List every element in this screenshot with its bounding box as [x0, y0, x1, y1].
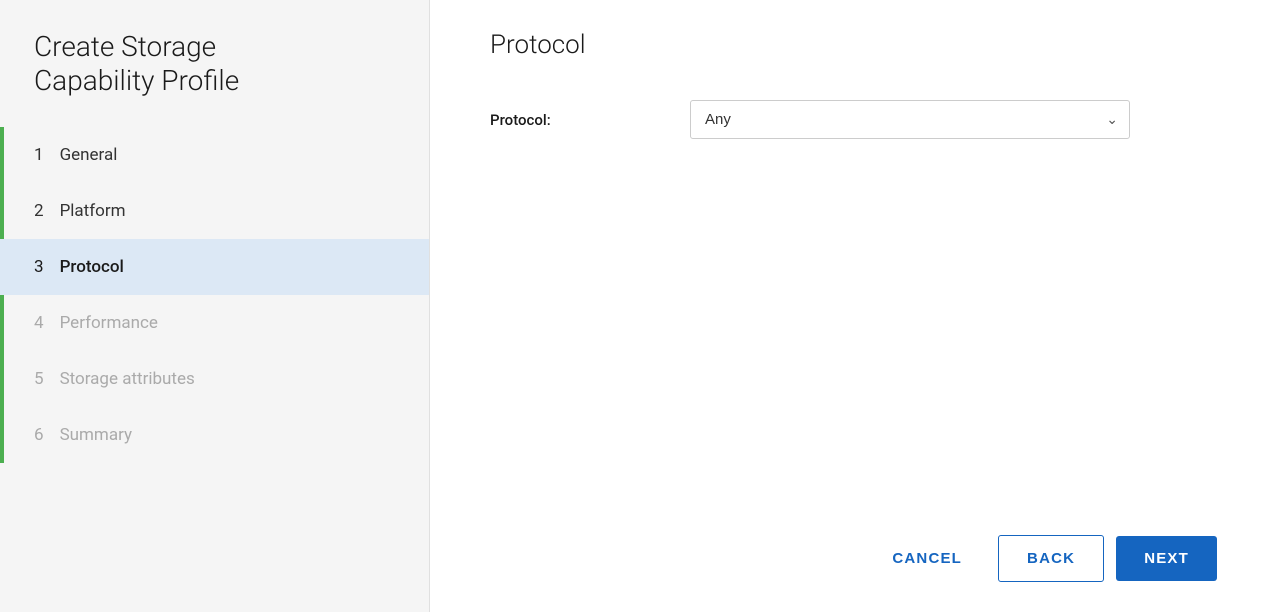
- main-content: Protocol Protocol: Any iSCSI FC FCoE NFS…: [430, 0, 1277, 612]
- cancel-button[interactable]: CANCEL: [868, 536, 986, 581]
- step-num-3: 3: [34, 257, 44, 277]
- step-num-1: 1: [34, 145, 44, 165]
- sidebar: Create Storage Capability Profile 1 Gene…: [0, 0, 430, 612]
- protocol-select[interactable]: Any iSCSI FC FCoE NFS VMFS vSAN: [690, 100, 1130, 139]
- step-num-2: 2: [34, 201, 44, 221]
- sidebar-item-label-storage-attributes: Storage attributes: [60, 369, 195, 389]
- sidebar-item-label-platform: Platform: [60, 201, 126, 221]
- footer-buttons: CANCEL BACK NEXT: [868, 535, 1217, 582]
- protocol-form-row: Protocol: Any iSCSI FC FCoE NFS VMFS vSA…: [490, 100, 1217, 139]
- protocol-label: Protocol:: [490, 111, 690, 129]
- section-title: Protocol: [490, 30, 1217, 60]
- sidebar-item-platform[interactable]: 2 Platform: [0, 183, 429, 239]
- sidebar-item-label-general: General: [60, 145, 118, 165]
- step-num-6: 6: [34, 425, 44, 445]
- page-title: Create Storage Capability Profile: [0, 30, 429, 127]
- sidebar-item-performance: 4 Performance: [0, 295, 429, 351]
- sidebar-item-general[interactable]: 1 General: [0, 127, 429, 183]
- back-button[interactable]: BACK: [998, 535, 1104, 582]
- sidebar-item-label-summary: Summary: [60, 425, 132, 445]
- step-num-4: 4: [34, 313, 44, 333]
- nav-items: 1 General 2 Platform 3 Protocol 4 Perfor…: [0, 127, 429, 463]
- sidebar-item-label-protocol: Protocol: [60, 257, 124, 277]
- protocol-select-wrapper: Any iSCSI FC FCoE NFS VMFS vSAN ⌄: [690, 100, 1130, 139]
- sidebar-item-label-performance: Performance: [60, 313, 158, 333]
- sidebar-item-storage-attributes: 5 Storage attributes: [0, 351, 429, 407]
- sidebar-item-summary: 6 Summary: [0, 407, 429, 463]
- step-num-5: 5: [34, 369, 44, 389]
- sidebar-item-protocol[interactable]: 3 Protocol: [0, 239, 429, 295]
- next-button[interactable]: NEXT: [1116, 536, 1217, 581]
